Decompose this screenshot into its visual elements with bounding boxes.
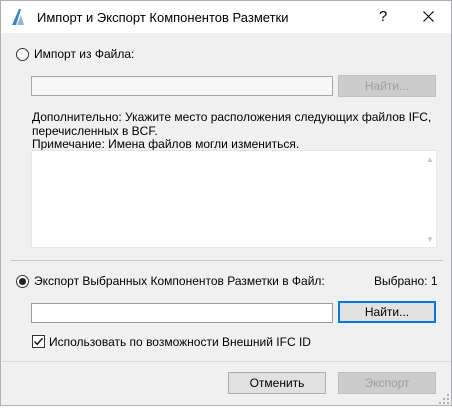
external-ifc-id-label[interactable]: Использовать по возможности Внешний IFC … <box>49 335 311 349</box>
export-button-label: Экспорт <box>364 376 410 390</box>
section-divider <box>11 260 443 261</box>
scroll-down-icon[interactable]: ▼ <box>424 235 436 245</box>
import-notes: Дополнительно: Укажите место расположени… <box>32 110 452 152</box>
resize-grip-icon[interactable] <box>438 393 450 405</box>
cancel-button-label: Отменить <box>249 376 305 390</box>
title-bar: Импорт и Экспорт Компонентов Разметки ? <box>1 1 451 33</box>
export-browse-label: Найти... <box>364 305 410 319</box>
external-ifc-id-checkbox[interactable] <box>32 335 45 348</box>
selected-count: Выбрано: 1 <box>374 274 438 288</box>
export-radio[interactable] <box>16 275 29 288</box>
export-path-field[interactable] <box>31 303 333 323</box>
import-browse-label: Найти... <box>364 79 410 93</box>
scroll-up-icon[interactable]: ▲ <box>424 155 436 165</box>
dialog-window: Импорт и Экспорт Компонентов Разметки ? … <box>0 0 452 406</box>
import-radio[interactable] <box>16 48 29 61</box>
checkmark-icon <box>33 337 44 346</box>
footer-divider <box>2 361 451 362</box>
export-browse-button[interactable]: Найти... <box>338 301 436 323</box>
window-title: Импорт и Экспорт Компонентов Разметки <box>37 10 289 25</box>
import-path-field[interactable] <box>31 76 333 96</box>
close-icon <box>422 11 434 22</box>
import-browse-button[interactable]: Найти... <box>338 75 436 97</box>
cancel-button[interactable]: Отменить <box>228 372 326 394</box>
note-line: Дополнительно: Укажите место расположени… <box>32 110 432 124</box>
export-button[interactable]: Экспорт <box>338 372 436 394</box>
help-icon: ? <box>378 8 388 25</box>
archicad-icon <box>10 8 26 26</box>
close-button[interactable] <box>416 5 440 29</box>
export-radio-label[interactable]: Экспорт Выбранных Компонентов Разметки в… <box>34 274 325 288</box>
help-button[interactable]: ? <box>371 5 395 29</box>
note-line: перечисленных в BCF. <box>32 123 158 138</box>
import-radio-label[interactable]: Импорт из Файла: <box>34 47 134 61</box>
ifc-file-list[interactable]: ▲ ▼ <box>31 150 437 248</box>
